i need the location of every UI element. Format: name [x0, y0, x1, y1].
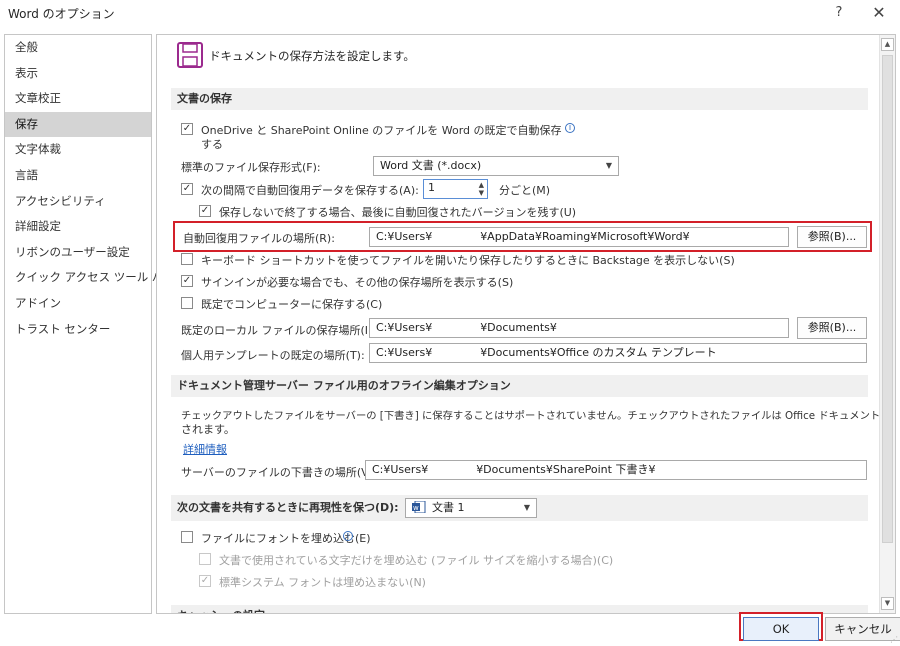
- chevron-down-icon: ▼: [523, 503, 530, 512]
- chevron-down-icon: ▼: [605, 161, 612, 170]
- drafts-location-label: サーバーのファイルの下書きの場所(V):: [181, 466, 377, 479]
- scroll-up-icon[interactable]: ▲: [881, 38, 894, 51]
- save-icon: [177, 42, 203, 68]
- page-header-text: ドキュメントの保存方法を設定します。: [209, 49, 415, 63]
- path-prefix: C:¥Users¥: [376, 321, 433, 334]
- save-to-computer-checkbox[interactable]: [181, 297, 193, 309]
- vertical-scrollbar[interactable]: ▲ ▼: [879, 35, 895, 613]
- sidebar-item-add-ins[interactable]: アドイン: [5, 291, 151, 317]
- onedrive-autosave-checkbox[interactable]: ✓: [181, 123, 193, 135]
- default-local-location-field[interactable]: C:¥Users¥ ¥Documents¥: [369, 318, 789, 338]
- ok-button[interactable]: OK: [743, 617, 819, 641]
- info-icon[interactable]: i: [565, 123, 575, 133]
- no-common-fonts-checkbox[interactable]: ✓: [199, 575, 211, 587]
- no-backstage-label: キーボード ショートカットを使ってファイルを開いたり保存したりするときに Bac…: [201, 254, 735, 267]
- svg-text:w: w: [413, 504, 419, 512]
- personal-templates-label: 個人用テンプレートの既定の場所(T):: [181, 349, 365, 362]
- scrollbar-thumb[interactable]: [882, 55, 893, 543]
- show-additional-places-checkbox[interactable]: ✓: [181, 275, 193, 287]
- offline-description-line2: されます。: [181, 423, 235, 436]
- default-local-browse-button[interactable]: 参照(B)...: [797, 317, 867, 339]
- autorecover-location-field[interactable]: C:¥Users¥ ¥AppData¥Roaming¥Microsoft¥Word…: [369, 227, 789, 247]
- sidebar-item-trust-center[interactable]: トラスト センター: [5, 317, 151, 343]
- autorecover-location-label: 自動回復用ファイルの場所(R):: [183, 232, 335, 245]
- sidebar-item-quick-access-toolbar[interactable]: クイック アクセス ツール バー: [5, 265, 175, 291]
- autorecover-unit-label: 分ごと(M): [499, 184, 551, 197]
- path-prefix: C:¥Users¥: [376, 346, 433, 359]
- drafts-location-field[interactable]: C:¥Users¥ ¥Documents¥SharePoint 下書き¥: [365, 460, 867, 480]
- fidelity-document-select[interactable]: w 文書 1 ▼: [405, 498, 537, 518]
- save-to-computer-label: 既定でコンピューターに保存する(C): [201, 298, 383, 311]
- sidebar-item-typography[interactable]: 文字体裁: [5, 137, 151, 163]
- path-suffix: ¥Documents¥SharePoint 下書き¥: [476, 463, 656, 476]
- keep-last-autosaved-checkbox[interactable]: ✓: [199, 205, 211, 217]
- close-button[interactable]: ✕: [866, 2, 892, 24]
- embed-fonts-checkbox[interactable]: [181, 531, 193, 543]
- embed-used-only-label: 文書で使用されている文字だけを埋め込む (ファイル サイズを縮小する場合)(C): [219, 554, 614, 567]
- title-bar: Word のオプション ? ✕: [0, 0, 900, 28]
- sidebar-item-accessibility[interactable]: アクセシビリティ: [5, 189, 151, 215]
- autorecover-minutes-value: 1: [428, 181, 435, 194]
- sidebar-item-language[interactable]: 言語: [5, 163, 151, 189]
- autorecover-minutes-spinner[interactable]: 1 ▲ ▼: [423, 179, 488, 199]
- onedrive-autosave-label-cont: する: [201, 138, 223, 151]
- options-content-panel: ドキュメントの保存方法を設定します。 文書の保存 ✓ OneDrive と Sh…: [156, 34, 896, 614]
- path-prefix: C:¥Users¥: [376, 230, 433, 243]
- default-format-value: Word 文書 (*.docx): [380, 159, 482, 172]
- autorecover-label: 次の間隔で自動回復用データを保存する(A):: [201, 184, 419, 197]
- personal-templates-field[interactable]: C:¥Users¥ ¥Documents¥Office のカスタム テンプレート: [369, 343, 867, 363]
- path-suffix: ¥AppData¥Roaming¥Microsoft¥Word¥: [480, 230, 690, 243]
- no-common-fonts-label: 標準システム フォントは埋め込まない(N): [219, 576, 426, 589]
- scroll-down-icon[interactable]: ▼: [881, 597, 894, 610]
- path-prefix: C:¥Users¥: [372, 463, 429, 476]
- sidebar-item-customize-ribbon[interactable]: リボンのユーザー設定: [5, 240, 151, 266]
- embed-used-only-checkbox[interactable]: [199, 553, 211, 565]
- info-icon[interactable]: i: [343, 531, 353, 541]
- default-format-select[interactable]: Word 文書 (*.docx) ▼: [373, 156, 619, 176]
- section-header-offline-editing: ドキュメント管理サーバー ファイル用のオフライン編集オプション: [171, 375, 868, 397]
- fidelity-document-value: 文書 1: [432, 501, 465, 514]
- offline-description-line1: チェックアウトしたファイルをサーバーの [下書き] に保存することはサポートされ…: [181, 410, 896, 422]
- keep-last-autosaved-label: 保存しないで終了する場合、最後に自動回復されたバージョンを残す(U): [219, 206, 577, 219]
- sidebar-item-save[interactable]: 保存: [5, 111, 151, 138]
- sidebar-item-display[interactable]: 表示: [5, 61, 151, 87]
- sidebar-item-general[interactable]: 全般: [5, 35, 151, 61]
- onedrive-autosave-label: OneDrive と SharePoint Online のファイルを Word…: [201, 124, 562, 137]
- category-sidebar: 全般 表示 文章校正 保存 文字体裁 言語 アクセシビリティ 詳細設定 リボンの…: [4, 34, 175, 614]
- spinner-down-icon[interactable]: ▼: [479, 189, 484, 197]
- path-suffix: ¥Documents¥Office のカスタム テンプレート: [480, 346, 717, 359]
- path-suffix: ¥Documents¥: [480, 321, 557, 334]
- autorecover-checkbox[interactable]: ✓: [181, 183, 193, 195]
- no-backstage-checkbox[interactable]: [181, 253, 193, 265]
- cancel-button[interactable]: キャンセル: [825, 617, 900, 641]
- sidebar-item-proofing[interactable]: 文章校正: [5, 86, 151, 112]
- autorecover-browse-button[interactable]: 参照(B)...: [797, 226, 867, 248]
- help-button[interactable]: ?: [826, 2, 852, 24]
- word-document-icon: w: [412, 500, 426, 514]
- default-local-location-label: 既定のローカル ファイルの保存場所(I):: [181, 324, 377, 337]
- section-header-save-documents: 文書の保存: [171, 88, 868, 110]
- more-info-link[interactable]: 詳細情報: [183, 441, 227, 457]
- window-title: Word のオプション: [8, 7, 115, 21]
- spinner-up-icon[interactable]: ▲: [479, 181, 484, 189]
- show-additional-places-label: サインインが必要な場合でも、その他の保存場所を表示する(S): [201, 276, 514, 289]
- sidebar-item-advanced[interactable]: 詳細設定: [5, 214, 151, 240]
- resize-grip-icon[interactable]: ⋰: [890, 635, 898, 644]
- preserve-fidelity-title: 次の文書を共有するときに再現性を保つ(D):: [177, 501, 399, 514]
- default-format-label: 標準のファイル保存形式(F):: [181, 161, 321, 174]
